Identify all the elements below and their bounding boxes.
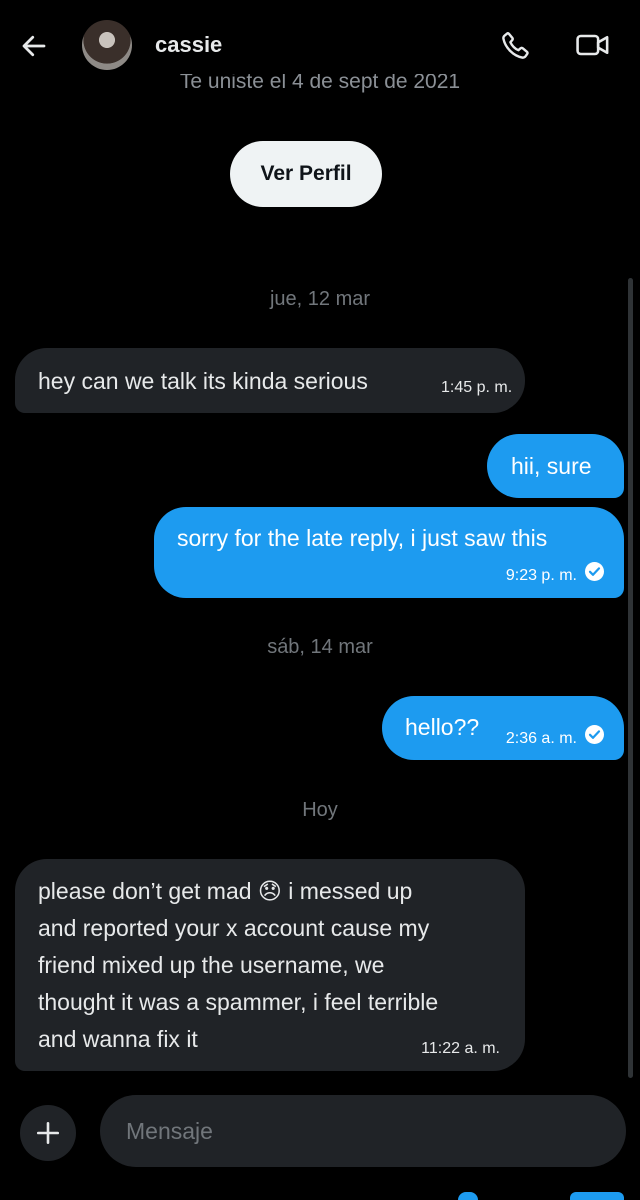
- view-profile-button[interactable]: Ver Perfil: [230, 141, 382, 207]
- call-button[interactable]: [497, 26, 535, 64]
- contact-name[interactable]: cassie: [155, 32, 222, 58]
- add-attachment-button[interactable]: [20, 1105, 76, 1161]
- plus-icon: [36, 1121, 60, 1145]
- message-bubble-incoming[interactable]: please don’t get mad 😞 i messed up and r…: [15, 859, 525, 1071]
- partial-element: [570, 1192, 624, 1200]
- message-time: 9:23 p. m.: [505, 567, 577, 584]
- back-button[interactable]: [14, 26, 54, 66]
- message-bubble-outgoing[interactable]: sorry for the late reply, i just saw thi…: [154, 507, 624, 598]
- date-separator: jue, 12 mar: [269, 288, 371, 310]
- message-bubble-incoming[interactable]: hey can we talk its kinda serious 1:45 p…: [15, 348, 525, 413]
- message-text: hello??: [405, 714, 480, 740]
- read-check-icon: [585, 725, 604, 745]
- video-camera-icon: [576, 34, 609, 56]
- video-call-button[interactable]: [572, 26, 614, 64]
- date-separator: sáb, 14 mar: [267, 636, 373, 658]
- message-meta: 9:23 p. m.: [506, 562, 604, 586]
- avatar[interactable]: [82, 20, 132, 70]
- message-text-line: please don’t get mad 😞 i messed up: [38, 878, 413, 904]
- message-bubble-outgoing[interactable]: hii, sure: [487, 434, 624, 498]
- joined-date-text: Te uniste el 4 de sept de 2021: [179, 74, 461, 93]
- message-text: hey can we talk its kinda serious: [38, 368, 368, 394]
- message-input[interactable]: [100, 1095, 626, 1167]
- message-text: hii, sure: [511, 453, 592, 479]
- phone-icon: [502, 32, 529, 59]
- read-check-icon: [585, 562, 604, 582]
- message-time: 11:22 a. m.: [421, 1040, 500, 1057]
- date-separator: Hoy: [302, 799, 338, 821]
- arrow-left-icon: [22, 35, 46, 57]
- message-time: 1:45 p. m.: [441, 379, 513, 396]
- message-text-line: thought it was a spammer, i feel terribl…: [38, 989, 439, 1015]
- message-text-line: friend mixed up the username, we: [38, 952, 385, 978]
- partial-element: [458, 1192, 478, 1200]
- message-bubble-outgoing[interactable]: hello?? 2:36 a. m.: [382, 696, 624, 760]
- message-meta: 2:36 a. m.: [506, 725, 604, 749]
- scrollbar[interactable]: [628, 278, 633, 1078]
- message-text: sorry for the late reply, i just saw thi…: [177, 525, 548, 551]
- message-time: 2:36 a. m.: [505, 730, 577, 747]
- message-text-line: and reported your x account cause my: [38, 915, 430, 941]
